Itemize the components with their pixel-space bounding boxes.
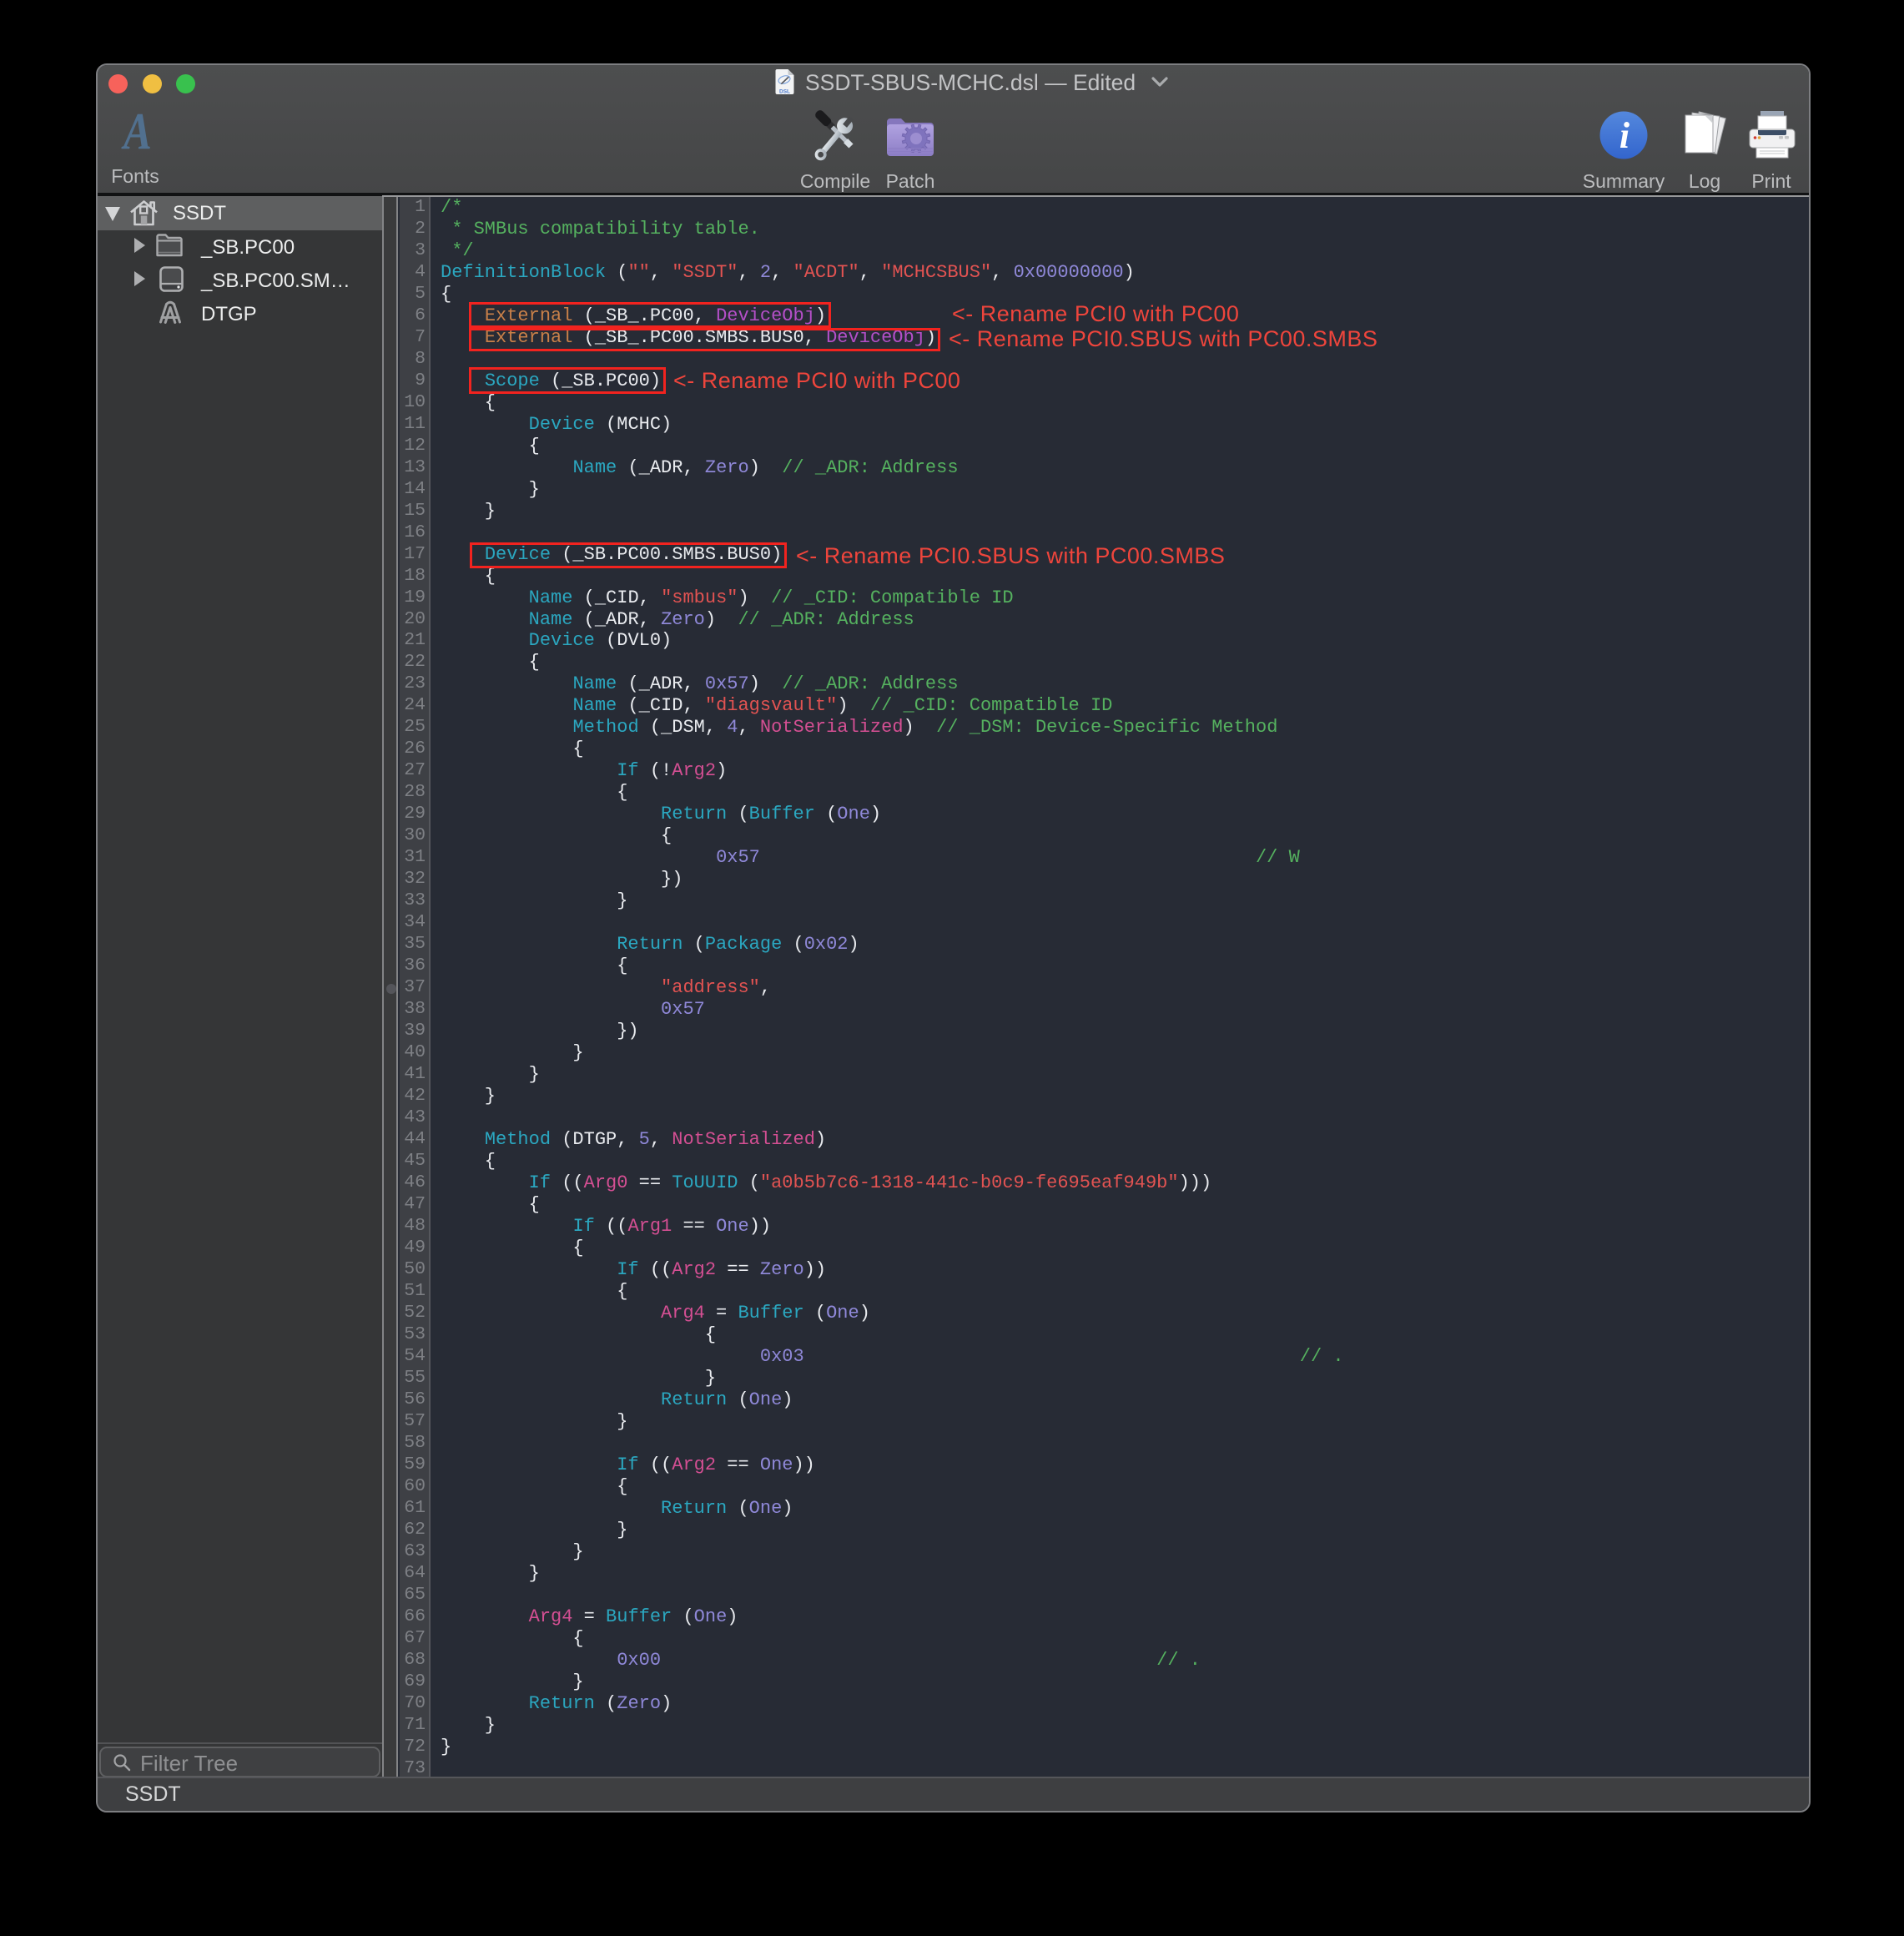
svg-text:i: i [1619, 115, 1630, 156]
svg-text:DSL: DSL [779, 89, 790, 95]
